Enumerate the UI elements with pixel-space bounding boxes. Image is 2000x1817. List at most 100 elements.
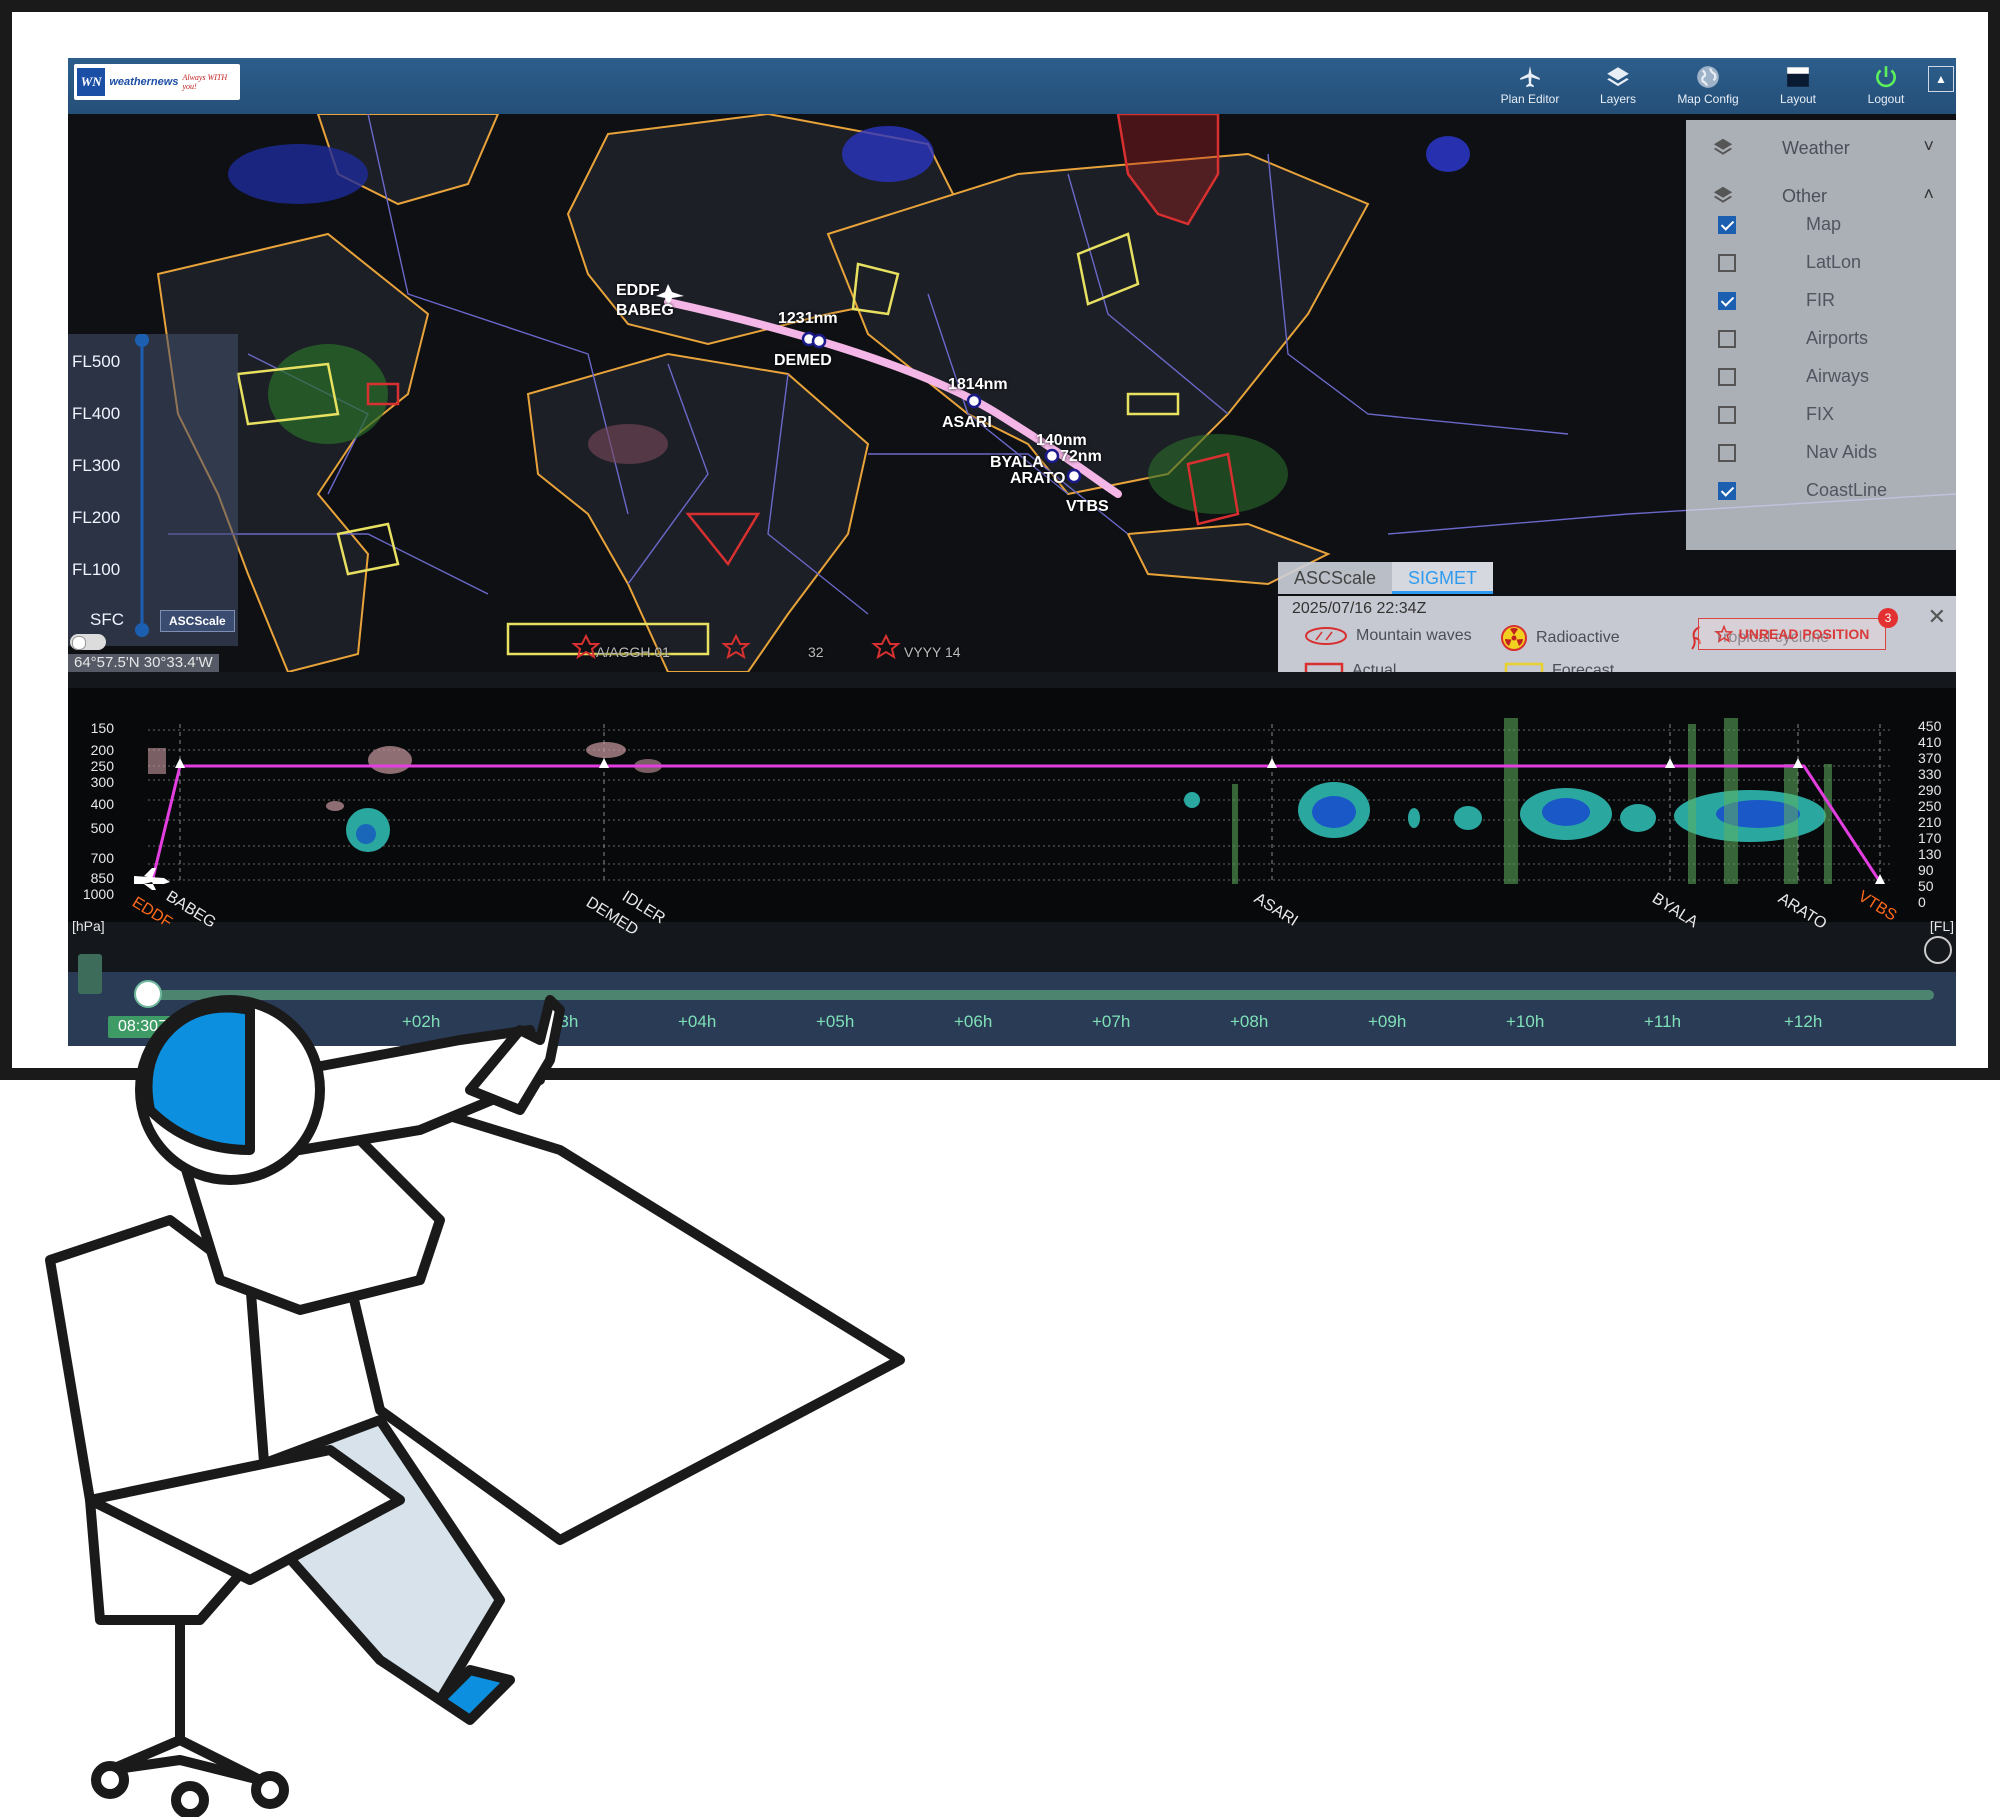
layer-checkbox[interactable] bbox=[1718, 254, 1736, 272]
hpa-unit-label: [hPa] bbox=[72, 918, 105, 934]
layer-checkbox[interactable] bbox=[1718, 444, 1736, 462]
waypoint-dividers bbox=[179, 724, 1881, 884]
hpa-tick: 400 bbox=[90, 796, 114, 812]
layer-group-label: Other bbox=[1782, 186, 1828, 206]
logo-mark: WN bbox=[77, 68, 106, 96]
hpa-tick: 700 bbox=[90, 850, 114, 866]
distance-label: 1814nm bbox=[948, 376, 1008, 393]
fl-tick: 130 bbox=[1918, 846, 1942, 862]
map-waypoint-asari[interactable]: ASARI bbox=[942, 414, 992, 432]
hpa-tick: 300 bbox=[90, 774, 114, 790]
asc-scale-chip[interactable]: ASCScale bbox=[160, 610, 235, 632]
layer-label: Map bbox=[1806, 214, 1842, 234]
altitude-scale[interactable] bbox=[68, 334, 238, 646]
layer-label: Airways bbox=[1806, 366, 1870, 386]
logo-brand: weathernews bbox=[109, 76, 179, 88]
top-toolbar: WN weathernews Always WITH you! Plan Edi… bbox=[68, 58, 1956, 114]
timeline-tick: +12h bbox=[1784, 1012, 1823, 1031]
timeline-tick: +08h bbox=[1230, 1012, 1269, 1031]
map-waypoint-babeg[interactable]: BABEG bbox=[616, 302, 674, 320]
unread-position-label: UNREAD POSITION bbox=[1738, 626, 1870, 642]
monitor-frame: WN weathernews Always WITH you! Plan Edi… bbox=[0, 0, 2000, 1080]
layer-checkbox[interactable] bbox=[1718, 216, 1736, 234]
chevron-down-icon: ˅ bbox=[1923, 136, 1934, 156]
map-waypoint-vtbs[interactable]: VTBS bbox=[1066, 498, 1109, 516]
person-illustration bbox=[45, 995, 905, 1817]
vertical-profile-panel[interactable]: 150 200 250 300 400 500 700 850 1000 [hP… bbox=[68, 688, 1956, 964]
layer-checkbox[interactable] bbox=[1718, 482, 1736, 500]
star-icon bbox=[1714, 625, 1733, 643]
layout-icon bbox=[1787, 67, 1809, 87]
layer-row-map[interactable]: Map bbox=[1686, 212, 1956, 242]
timeline-tick: +10h bbox=[1506, 1012, 1545, 1031]
cursor-coordinate: 64°57.5'N 30°33.4'W bbox=[68, 654, 219, 672]
altitude-top-handle bbox=[135, 334, 149, 347]
layers-panel: Weather ˅ Other ˄ Map LatLon FIR Airports Ai… bbox=[1686, 120, 1956, 550]
layer-row-fir[interactable]: FIR bbox=[1686, 288, 1956, 318]
layer-checkbox[interactable] bbox=[1718, 292, 1736, 310]
map-waypoint-demed[interactable]: DEMED bbox=[774, 352, 832, 370]
map-waypoint-arato[interactable]: ARATO bbox=[1010, 470, 1065, 488]
hpa-tick: 1000 bbox=[82, 886, 114, 902]
layer-row-coastline[interactable]: CoastLine bbox=[1686, 478, 1956, 508]
layer-group-weather[interactable]: Weather ˅ bbox=[1686, 128, 1956, 168]
timeline-tick: +09h bbox=[1368, 1012, 1407, 1031]
fl-tick: 90 bbox=[1918, 862, 1934, 878]
fl-tick: 330 bbox=[1918, 766, 1942, 782]
layer-row-latlon[interactable]: LatLon bbox=[1686, 250, 1956, 280]
map-station-label: 32 bbox=[808, 644, 824, 660]
fl-label: FL100 bbox=[72, 560, 121, 579]
layer-row-airways[interactable]: Airways bbox=[1686, 364, 1956, 394]
plan-editor-button[interactable]: Plan Editor bbox=[1488, 64, 1572, 110]
layer-row-airports[interactable]: Airports bbox=[1686, 326, 1956, 356]
layout-label: Layout bbox=[1779, 92, 1817, 106]
distance-label: 72nm bbox=[1060, 448, 1102, 465]
hpa-tick: 500 bbox=[90, 820, 114, 836]
layer-label: FIX bbox=[1806, 404, 1835, 424]
fl-label: FL500 bbox=[72, 352, 121, 371]
fl-unit-label: [FL] bbox=[1929, 918, 1954, 934]
logout-button[interactable]: Logout bbox=[1844, 64, 1928, 110]
profile-flight-path bbox=[150, 764, 1882, 883]
collapse-header-button[interactable]: ▲ bbox=[1928, 66, 1954, 92]
compass-icon[interactable] bbox=[1924, 936, 1952, 964]
hpa-tick: 850 bbox=[90, 870, 114, 886]
layers-button[interactable]: Layers bbox=[1576, 64, 1660, 110]
map-waypoint-eddf[interactable]: EDDF bbox=[616, 282, 660, 300]
layer-checkbox[interactable] bbox=[1718, 406, 1736, 424]
flight-weather-app: WN weathernews Always WITH you! Plan Edi… bbox=[68, 58, 1956, 1046]
layer-label: Airports bbox=[1806, 328, 1869, 348]
layer-row-fix[interactable]: FIX bbox=[1686, 402, 1956, 432]
layers-icon bbox=[1713, 186, 1733, 203]
airplane-icon bbox=[1520, 66, 1540, 88]
unread-count-badge: 3 bbox=[1878, 608, 1898, 628]
fl-label: FL400 bbox=[72, 404, 121, 423]
map-config-label: Map Config bbox=[1677, 92, 1739, 106]
map-toggle-switch[interactable] bbox=[70, 634, 106, 650]
unread-position-button[interactable]: UNREAD POSITION bbox=[1698, 618, 1886, 650]
logo-tagline: Always WITH you! bbox=[182, 73, 228, 91]
layer-row-nav-aids[interactable]: Nav Aids bbox=[1686, 440, 1956, 470]
map-station-label: A/AGGH 01 bbox=[596, 644, 670, 660]
fl-tick: 0 bbox=[1918, 894, 1926, 910]
tab-ascscale[interactable]: ASCScale bbox=[1278, 562, 1393, 594]
fl-label: FL200 bbox=[72, 508, 121, 527]
tab-sigmet[interactable]: SIGMET bbox=[1392, 562, 1494, 594]
chevron-up-icon: ▲ bbox=[1935, 72, 1947, 86]
weather-map[interactable]: EDDF BABEG DEMED ASARI BYALA ARATO VTBS … bbox=[68, 114, 1956, 672]
layer-checkbox[interactable] bbox=[1718, 330, 1736, 348]
chevron-up-icon: ˄ bbox=[1923, 184, 1934, 204]
map-config-button[interactable]: Map Config bbox=[1666, 64, 1750, 110]
layers-icon bbox=[1713, 138, 1733, 155]
layout-button[interactable]: Layout bbox=[1756, 64, 1840, 110]
altitude-slider-track bbox=[135, 334, 149, 637]
legend-tabs: ASCScale SIGMET bbox=[1278, 562, 1494, 594]
hpa-tick: 200 bbox=[90, 742, 114, 758]
layer-label: Nav Aids bbox=[1806, 442, 1878, 462]
layer-group-other[interactable]: Other ˄ bbox=[1686, 176, 1956, 216]
logout-label: Logout bbox=[1867, 92, 1905, 106]
layer-checkbox[interactable] bbox=[1718, 368, 1736, 386]
cloud-areas bbox=[346, 782, 1826, 852]
vertical-profile-chart bbox=[134, 718, 1892, 890]
fl-label: SFC bbox=[90, 610, 124, 629]
